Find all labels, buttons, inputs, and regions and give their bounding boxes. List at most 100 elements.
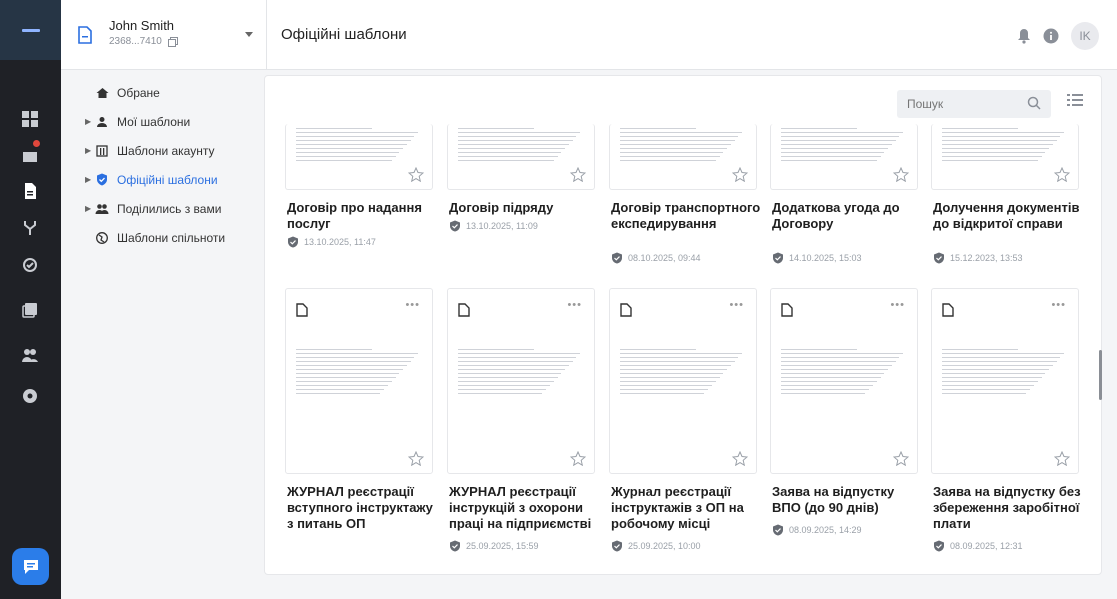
- bell-icon[interactable]: [1017, 28, 1031, 44]
- template-title[interactable]: Журнал реєстрації інструктажів з ОП на р…: [611, 484, 761, 532]
- template-title[interactable]: Договір підряду: [449, 200, 599, 216]
- building-icon: [95, 144, 109, 158]
- template-thumbnail[interactable]: •••: [447, 288, 595, 474]
- template-thumbnail[interactable]: [285, 124, 433, 190]
- template-title[interactable]: Заява на відпустку ВПО (до 90 днів): [772, 484, 922, 516]
- star-icon[interactable]: [732, 451, 748, 466]
- star-icon[interactable]: [408, 451, 424, 466]
- star-icon[interactable]: [1054, 451, 1070, 466]
- template-date-text: 15.12.2023, 13:53: [950, 253, 1023, 263]
- star-icon[interactable]: [893, 167, 909, 182]
- template-date: 08.10.2025, 09:44: [611, 252, 701, 264]
- more-options-icon[interactable]: •••: [567, 299, 582, 311]
- star-icon[interactable]: [570, 167, 586, 182]
- verified-shield-icon: [773, 252, 783, 264]
- document-icon[interactable]: [0, 173, 61, 209]
- dashboard-icon[interactable]: [18, 107, 42, 131]
- template-title[interactable]: Додаткова угода до Договору: [772, 200, 922, 232]
- inbox-icon[interactable]: [18, 139, 42, 167]
- chevron-down-icon[interactable]: [245, 32, 253, 37]
- document-icon: [942, 303, 954, 317]
- star-icon[interactable]: [1054, 167, 1070, 182]
- account-switcher[interactable]: John Smith 2368...7410: [61, 0, 267, 70]
- more-options-icon[interactable]: •••: [729, 299, 744, 311]
- template-title[interactable]: Договір транспортного експедирування: [611, 200, 761, 232]
- tree-item-label: Обране: [117, 85, 160, 100]
- template-date-text: 13.10.2025, 11:09: [466, 221, 538, 231]
- document-icon: [296, 303, 308, 317]
- template-thumbnail[interactable]: [447, 124, 595, 190]
- template-thumbnail[interactable]: [931, 124, 1079, 190]
- info-icon[interactable]: [1043, 28, 1059, 44]
- search-box[interactable]: [897, 90, 1051, 118]
- template-date-text: 25.09.2025, 10:00: [628, 541, 701, 551]
- document-icon: [78, 26, 92, 44]
- person-icon: [95, 115, 109, 129]
- star-icon[interactable]: [893, 451, 909, 466]
- more-options-icon[interactable]: •••: [1051, 299, 1066, 311]
- template-thumbnail[interactable]: [609, 124, 757, 190]
- sync-icon[interactable]: [18, 253, 42, 277]
- people-icon: [95, 202, 109, 216]
- chat-icon: [23, 559, 38, 574]
- fork-icon[interactable]: [18, 216, 42, 240]
- star-icon[interactable]: [570, 451, 586, 466]
- template-thumbnail[interactable]: •••: [770, 288, 918, 474]
- verified-shield-icon: [934, 540, 944, 552]
- template-date-text: 14.10.2025, 15:03: [789, 253, 862, 263]
- copy-icon[interactable]: [18, 298, 42, 322]
- logo[interactable]: [0, 0, 61, 60]
- tree-item-account-templates[interactable]: ▶ Шаблони акаунту: [75, 136, 255, 165]
- chevron-right-icon[interactable]: ▶: [85, 175, 95, 184]
- list-view-icon[interactable]: [1067, 94, 1083, 106]
- account-name: John Smith: [109, 18, 175, 33]
- template-thumbnail[interactable]: [770, 124, 918, 190]
- globe-icon: [95, 231, 109, 245]
- template-date: 08.09.2025, 14:29: [772, 524, 862, 536]
- logo-mark: [21, 28, 40, 32]
- people-icon[interactable]: [18, 343, 42, 367]
- tree-item-favorites[interactable]: Обране: [75, 78, 255, 107]
- template-date: 13.10.2025, 11:09: [449, 220, 538, 232]
- star-icon[interactable]: [732, 167, 748, 182]
- template-thumbnail[interactable]: •••: [609, 288, 757, 474]
- settings-icon[interactable]: [18, 384, 42, 408]
- verified-shield-icon: [612, 252, 622, 264]
- account-number-text: 2368...7410: [109, 36, 162, 47]
- copy-icon[interactable]: [167, 36, 178, 47]
- chat-button[interactable]: [12, 548, 49, 585]
- template-date-text: 08.09.2025, 12:31: [950, 541, 1023, 551]
- template-title[interactable]: Заява на відпустку без збереження заробі…: [933, 484, 1083, 532]
- search-input[interactable]: [897, 90, 1017, 118]
- template-date: 08.09.2025, 12:31: [933, 540, 1023, 552]
- star-icon[interactable]: [408, 167, 424, 182]
- template-thumbnail[interactable]: •••: [931, 288, 1079, 474]
- template-title[interactable]: ЖУРНАЛ реєстрації вступного інструктажу …: [287, 484, 437, 532]
- template-thumbnail[interactable]: •••: [285, 288, 433, 474]
- template-title[interactable]: Долучення документів до відкритої справи: [933, 200, 1083, 232]
- main-rail: [0, 0, 61, 599]
- template-date: 25.09.2025, 15:59: [449, 540, 539, 552]
- tree-item-community[interactable]: Шаблони спільноти: [75, 223, 255, 252]
- document-icon: [458, 303, 470, 317]
- account-number: 2368...7410: [109, 36, 178, 47]
- template-date: 14.10.2025, 15:03: [772, 252, 862, 264]
- chevron-right-icon[interactable]: ▶: [85, 117, 95, 126]
- template-date-text: 08.10.2025, 09:44: [628, 253, 701, 263]
- scrollbar[interactable]: [1099, 350, 1102, 400]
- template-title[interactable]: Договір про надання послуг: [287, 200, 437, 232]
- search-icon[interactable]: [1027, 96, 1041, 110]
- template-date-text: 13.10.2025, 11:47: [304, 237, 376, 247]
- verified-shield-icon: [934, 252, 944, 264]
- chevron-right-icon[interactable]: ▶: [85, 204, 95, 213]
- notification-badge: [32, 139, 41, 148]
- tree-item-shared[interactable]: ▶ Поділились з вами: [75, 194, 255, 223]
- more-options-icon[interactable]: •••: [890, 299, 905, 311]
- chevron-right-icon[interactable]: ▶: [85, 146, 95, 155]
- more-options-icon[interactable]: •••: [405, 299, 420, 311]
- tree-item-official-templates[interactable]: ▶ Офіційні шаблони: [75, 165, 255, 194]
- template-title[interactable]: ЖУРНАЛ реєстрації інструкцій з охорони п…: [449, 484, 599, 532]
- tree-item-my-templates[interactable]: ▶ Мої шаблони: [75, 107, 255, 136]
- avatar[interactable]: IK: [1071, 22, 1099, 50]
- top-header: John Smith 2368...7410 Офіційні шаблони …: [61, 0, 1117, 70]
